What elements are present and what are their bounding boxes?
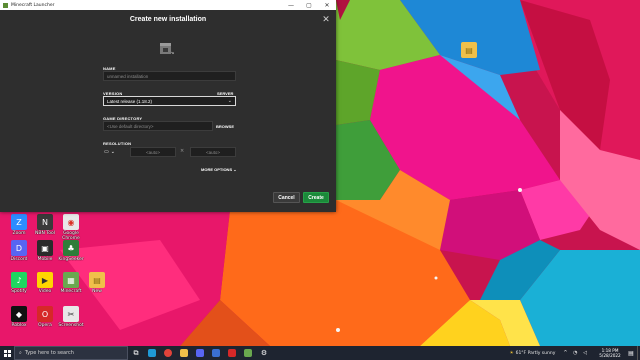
window-titlebar[interactable]: Minecraft Launcher — ▢ ✕: [0, 0, 336, 10]
name-input[interactable]: unnamed installation: [103, 71, 236, 81]
times-separator: ×: [180, 148, 185, 154]
monitor-icon: ▭: [104, 149, 109, 155]
weather-sun-icon: ☀: [509, 350, 514, 356]
window-title: Minecraft Launcher: [11, 2, 55, 8]
desktop-icon-screenshot[interactable]: ✂ Screenshot: [54, 306, 88, 328]
app-icon: ♣: [63, 240, 79, 256]
desktop-icon-label: Screenshot: [58, 323, 84, 328]
version-select-value: Latest release (1.18.2): [107, 98, 153, 104]
wifi-icon: ◔: [573, 350, 580, 356]
maximize-button[interactable]: ▢: [300, 0, 318, 10]
task-view-icon[interactable]: ⧉: [128, 346, 144, 360]
cancel-button[interactable]: Cancel: [273, 192, 300, 203]
notification-icon[interactable]: ▤: [625, 346, 637, 360]
minimize-button[interactable]: —: [282, 0, 300, 10]
desktop-icon-kingseeker[interactable]: ♣ KingSeeker: [54, 240, 88, 262]
windows-taskbar: ⌕ Type here to search ⧉ ⚙ ☀ 61°F Partly …: [0, 346, 640, 360]
game-directory-input[interactable]: <Use default directory>: [103, 121, 213, 131]
minecraft-icon: ▦: [63, 272, 79, 288]
dialog-close-icon[interactable]: ✕: [320, 14, 332, 26]
create-button[interactable]: Create: [303, 192, 329, 203]
desktop-icon-label: New: [92, 289, 102, 294]
desktop-icon-chrome[interactable]: ◉ Google Chrome: [54, 214, 88, 241]
more-options-toggle[interactable]: MORE OPTIONS ⌄: [201, 167, 237, 172]
desktop-icon-label: Zoom: [12, 231, 26, 236]
chevron-down-icon: ⌄: [110, 149, 115, 155]
installation-block-icon[interactable]: [158, 41, 174, 57]
tray-icons[interactable]: ^ ◔ ◁: [563, 350, 589, 356]
window-close-button[interactable]: ✕: [318, 0, 336, 10]
taskbar-search-box[interactable]: ⌕ Type here to search: [14, 346, 128, 360]
chrome-icon: ◉: [63, 214, 79, 230]
app-icon: N: [37, 214, 53, 230]
taskbar-settings-icon[interactable]: ⚙: [256, 346, 272, 360]
chevron-down-icon: ⌄: [227, 98, 232, 104]
desktop-icon-label: Discord: [10, 257, 28, 262]
resolution-width-input[interactable]: <auto>: [130, 147, 176, 157]
clock-date: 5/28/2022: [599, 353, 621, 358]
taskbar-clock[interactable]: 1:18 PM 5/28/2022: [595, 348, 625, 358]
desktop-icon-label: Mobile: [37, 257, 53, 262]
scissors-icon: ✂: [63, 306, 79, 322]
weather-widget[interactable]: ☀ 61°F Partly sunny: [510, 351, 556, 356]
version-select[interactable]: Latest release (1.18.2) ⌄: [103, 96, 236, 106]
resolution-label: RESOLUTION: [103, 141, 132, 146]
taskbar-minecraft-icon[interactable]: [240, 346, 256, 360]
more-options-label: MORE OPTIONS: [201, 167, 233, 172]
zoom-icon: Z: [11, 214, 27, 230]
spotify-icon: ♪: [11, 272, 27, 288]
minecraft-app-icon: [3, 2, 8, 8]
create-installation-dialog: Create new installation ✕ NAME unnamed i…: [0, 10, 336, 212]
roblox-icon: ◆: [11, 306, 27, 322]
video-icon: ▶: [37, 272, 53, 288]
search-placeholder: Type here to search: [24, 350, 74, 356]
opera-icon: O: [37, 306, 53, 322]
app-icon: ▣: [37, 240, 53, 256]
taskbar-edge-icon[interactable]: [144, 346, 160, 360]
dialog-title: Create new installation: [129, 16, 207, 23]
taskbar-store-icon[interactable]: [208, 346, 224, 360]
volume-icon: ◁: [583, 350, 589, 356]
resolution-preset-dropdown[interactable]: ▭ ⌄: [104, 147, 126, 157]
taskbar-explorer-icon[interactable]: [176, 346, 192, 360]
system-tray: ☀ 61°F Partly sunny ^ ◔ ◁ 1:18 PM 5/28/2…: [510, 346, 640, 360]
start-button[interactable]: [0, 346, 14, 360]
desktop-icon-label: Video: [38, 289, 52, 294]
chevron-down-icon: ⌄: [233, 167, 237, 172]
desktop-icon-label: Opera: [38, 323, 52, 328]
taskbar-chrome-icon[interactable]: [160, 346, 176, 360]
browse-button[interactable]: BROWSE: [216, 124, 234, 129]
chevron-up-icon: ^: [563, 350, 570, 356]
desktop-icon-new[interactable]: ▤ New: [80, 272, 114, 294]
desktop-icon-label: KingSeeker: [58, 257, 84, 262]
search-icon: ⌕: [19, 350, 22, 356]
desktop-icon-folder[interactable]: ▤: [452, 42, 486, 59]
minecraft-launcher-window: Minecraft Launcher — ▢ ✕ Create new inst…: [0, 0, 336, 212]
folder-icon: ▤: [461, 42, 477, 58]
taskbar-discord-icon[interactable]: [192, 346, 208, 360]
desktop-icon-label: Spotify: [11, 289, 27, 294]
weather-text: 61°F Partly sunny: [515, 350, 556, 356]
desktop-icon-label: NBN Tool: [35, 231, 55, 236]
windows-logo-icon: [3, 349, 11, 357]
desktop-icon-label: Roblox: [11, 323, 27, 328]
discord-icon: D: [11, 240, 27, 256]
desktop-icon-label: Minecraft: [60, 289, 82, 294]
resolution-height-input[interactable]: <auto>: [190, 147, 236, 157]
folder-icon: ▤: [89, 272, 105, 288]
taskbar-app-icon[interactable]: [224, 346, 240, 360]
